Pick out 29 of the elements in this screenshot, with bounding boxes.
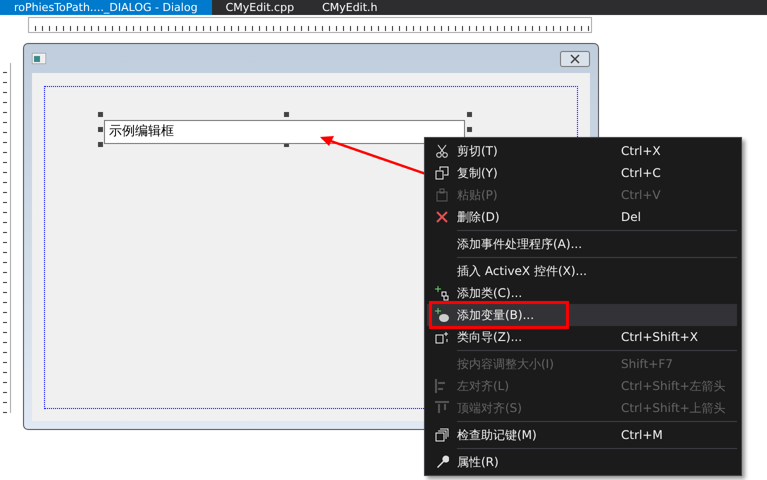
menu-item[interactable]: 属性(R) (427, 451, 737, 473)
menu-item[interactable]: 检查助记键(M) Ctrl+M (427, 424, 737, 446)
stacked-windows-icon (435, 428, 449, 442)
scissors-icon (435, 144, 449, 158)
wrench-icon (435, 455, 449, 469)
edit-field[interactable]: 示例编辑框 (104, 120, 465, 144)
menu-item[interactable]: 删除(D) Del (427, 206, 737, 228)
resize-handle[interactable] (467, 127, 472, 132)
resize-handle[interactable] (98, 142, 103, 147)
window-icon (32, 53, 46, 64)
menu-item[interactable]: 添加变量(B)... (427, 304, 737, 326)
add-variable-icon (434, 308, 450, 322)
document-tab[interactable]: roPhiesToPath...._DIALOG - Dialog (0, 0, 212, 15)
close-icon[interactable] (560, 50, 590, 66)
menu-item[interactable]: 复制(Y) Ctrl+C (427, 162, 737, 184)
resize-handle[interactable] (467, 112, 472, 117)
resize-handle[interactable] (98, 112, 103, 117)
menu-item[interactable]: 添加事件处理程序(A)... (427, 233, 737, 255)
menu-item[interactable]: 插入 ActiveX 控件(X)... (427, 260, 737, 282)
menu-item[interactable]: 类向导(Z)... Ctrl+Shift+X (427, 326, 737, 348)
add-class-icon (434, 286, 450, 300)
align-top-icon (435, 401, 449, 415)
menu-item[interactable]: 添加类(C)... (427, 282, 737, 304)
close-icon (436, 211, 448, 223)
wizard-icon (434, 330, 450, 344)
copy-icon (435, 166, 449, 180)
clipboard-icon (435, 188, 449, 202)
resize-handle[interactable] (98, 127, 103, 132)
resize-handle[interactable] (284, 112, 289, 117)
